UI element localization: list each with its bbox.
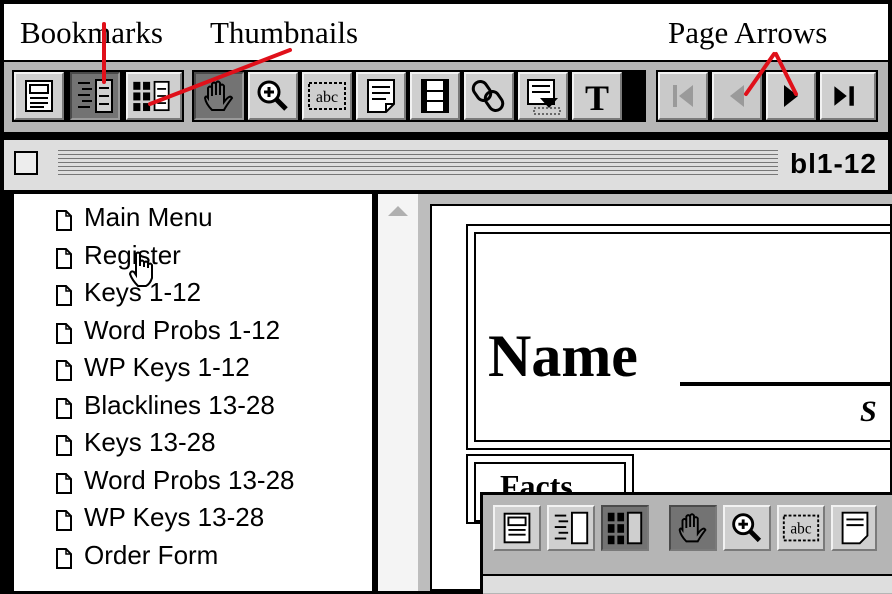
hand-tool-icon <box>678 513 707 543</box>
scroll-up-arrow-icon[interactable] <box>386 204 410 218</box>
window-title-bar[interactable]: bl1-12 <box>4 138 888 192</box>
close-box-button[interactable] <box>14 151 38 175</box>
view-mode-group <box>12 70 184 122</box>
tools-group: abc T <box>192 70 646 122</box>
thumbnails-view-button[interactable] <box>126 72 182 120</box>
bookmark-item[interactable]: Word Probs 13-28 <box>56 463 295 497</box>
bookmark-item[interactable]: Register <box>56 238 181 272</box>
next-page-button[interactable] <box>766 72 816 120</box>
title-bar-stripes <box>58 150 778 178</box>
nested-text-select-tool-button[interactable]: abc <box>777 505 825 551</box>
page-icon <box>56 282 72 306</box>
name-label: Name <box>488 323 638 389</box>
bookmark-item[interactable]: Blacklines 13-28 <box>56 388 275 422</box>
nested-note-tool-button[interactable] <box>831 505 877 551</box>
page-navigation-group <box>656 70 878 122</box>
next-page-icon <box>784 85 798 107</box>
first-page-button[interactable] <box>658 72 708 120</box>
hand-tool-button[interactable] <box>194 72 244 120</box>
zoom-tool-button[interactable] <box>248 72 298 120</box>
bookmarks-annotation-label: Bookmarks <box>20 15 163 50</box>
note-tool-button[interactable] <box>356 72 406 120</box>
movie-tool-button[interactable] <box>410 72 460 120</box>
bookmark-label: Main Menu <box>84 201 213 232</box>
page-only-view-icon <box>503 512 531 544</box>
bookmarks-pane: Main Menu Register Keys 1-12 Word Probs … <box>14 194 372 591</box>
bookmark-label: Word Probs 13-28 <box>84 464 295 495</box>
page-only-view-button[interactable] <box>14 72 64 120</box>
text-select-tool-icon: abc <box>308 82 346 110</box>
svg-text:abc: abc <box>316 89 338 106</box>
nested-thumbnails-view-button[interactable] <box>601 505 649 551</box>
form-tool-icon <box>527 79 561 115</box>
bookmark-item[interactable]: Main Menu <box>56 200 213 234</box>
touchup-text-tool-button[interactable]: T <box>572 72 622 120</box>
hand-cursor-icon <box>128 251 153 287</box>
nested-title-bar <box>483 574 892 593</box>
page-icon <box>56 207 72 231</box>
previous-page-icon <box>730 85 744 107</box>
hand-tool-icon <box>203 80 234 111</box>
document-small-s: S <box>860 395 877 428</box>
bookmarks-view-icon <box>78 79 113 113</box>
note-tool-icon <box>367 79 395 113</box>
page-icon <box>56 432 72 456</box>
zoom-tool-icon <box>732 513 762 543</box>
name-underline <box>680 382 892 386</box>
bookmark-item[interactable]: Keys 13-28 <box>56 425 216 459</box>
thumbnails-view-icon <box>133 80 170 112</box>
movie-tool-icon <box>421 79 449 113</box>
toolbar: abc T <box>4 62 888 132</box>
nested-hand-tool-button[interactable] <box>669 505 717 551</box>
bookmark-item[interactable]: Word Probs 1-12 <box>56 313 280 347</box>
page-arrows-annotation-label: Page Arrows <box>668 15 828 50</box>
thumbnails-annotation-label: Thumbnails <box>210 15 359 50</box>
link-tool-icon <box>471 80 505 112</box>
form-tool-button[interactable] <box>518 72 568 120</box>
page-icon <box>56 545 72 569</box>
zoom-tool-icon <box>257 80 288 111</box>
svg-text:T: T <box>585 78 609 118</box>
window-title: bl1-12 <box>790 148 877 179</box>
previous-page-button[interactable] <box>712 72 762 120</box>
bookmarks-view-icon <box>554 511 589 545</box>
page-only-view-icon <box>25 80 53 112</box>
page-icon <box>56 395 72 419</box>
bookmark-label: Blacklines 13-28 <box>84 389 275 420</box>
page-icon <box>56 357 72 381</box>
bookmark-item[interactable]: Order Form <box>56 538 218 572</box>
page-icon <box>56 507 72 531</box>
nested-page-only-view-button[interactable] <box>493 505 541 551</box>
bookmark-label: Word Probs 1-12 <box>84 314 281 345</box>
page-icon <box>56 470 72 494</box>
bookmarks-view-button[interactable] <box>70 72 120 120</box>
text-select-tool-icon: abc <box>782 514 820 542</box>
last-page-icon <box>834 86 854 106</box>
first-page-icon <box>673 85 693 107</box>
bookmarks-scrollbar[interactable] <box>376 194 420 591</box>
bookmark-label: Order Form <box>84 539 219 570</box>
text-select-tool-button[interactable]: abc <box>302 72 352 120</box>
page-icon <box>56 245 72 269</box>
touchup-text-tool-icon: T <box>585 78 609 118</box>
thumbnails-view-icon <box>607 511 643 545</box>
nested-zoom-tool-button[interactable] <box>723 505 771 551</box>
link-tool-button[interactable] <box>464 72 514 120</box>
annotation-banner: Bookmarks Thumbnails Page Arrows <box>4 4 888 60</box>
bookmark-item[interactable]: WP Keys 1-12 <box>56 350 250 384</box>
svg-text:abc: abc <box>790 521 811 538</box>
note-tool-icon <box>841 511 869 545</box>
bookmark-label: Keys 13-28 <box>84 426 216 457</box>
bookmark-label: WP Keys 1-12 <box>84 351 250 382</box>
nested-bookmarks-view-button[interactable] <box>547 505 595 551</box>
bookmark-label: WP Keys 13-28 <box>84 501 265 532</box>
page-icon <box>56 320 72 344</box>
bookmark-item[interactable]: WP Keys 13-28 <box>56 500 264 534</box>
last-page-button[interactable] <box>820 72 876 120</box>
